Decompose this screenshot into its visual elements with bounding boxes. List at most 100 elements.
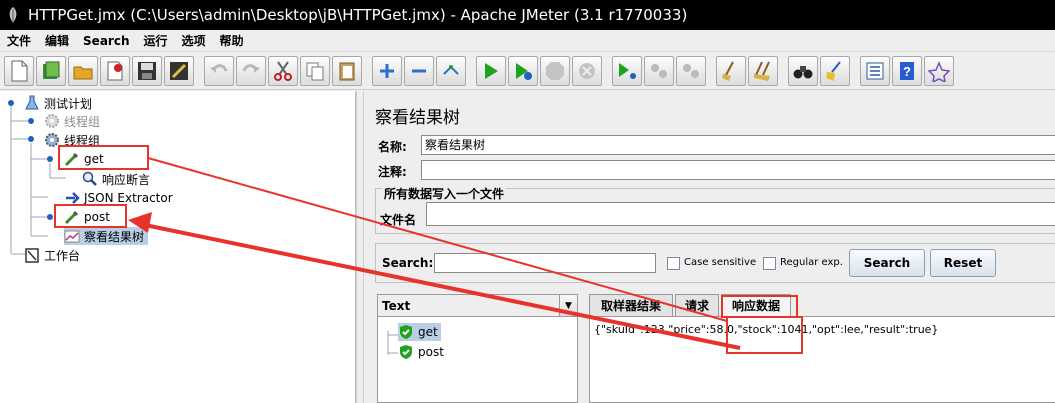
workbench-icon [24, 247, 40, 263]
test-plan-tree: 测试计划 线程组 线程组 get 响应断言 JSON Extractor pos… [0, 91, 356, 403]
collapse-all-button[interactable] [404, 55, 434, 86]
menu-help[interactable]: 帮助 [213, 32, 251, 49]
reset-button[interactable]: Reset [930, 249, 996, 277]
renderer-value: Text [382, 298, 411, 313]
tree-item-label: 响应断言 [102, 172, 151, 187]
close-file-icon [107, 61, 123, 80]
paste-button[interactable] [332, 55, 362, 86]
undo-icon [210, 63, 228, 73]
save-button[interactable] [132, 55, 162, 86]
cut-button[interactable] [268, 55, 298, 86]
tree-item-view-results-tree[interactable]: 察看结果树 [64, 227, 149, 245]
view-results-tree-panel: 察看结果树 名称: 察看结果树 注释: 所有数据写入一个文件 文件名 Searc… [365, 91, 1055, 403]
new-button[interactable] [4, 55, 34, 86]
templates-icon [43, 61, 60, 79]
function-helper-icon [866, 62, 884, 79]
expand-all-button[interactable] [372, 55, 402, 86]
collapse-icon [412, 69, 426, 72]
tree-item-label: 线程组 [64, 133, 101, 148]
shutdown-icon [579, 62, 595, 79]
panel-title: 察看结果树 [375, 108, 460, 128]
sample-item-get[interactable]: get [398, 323, 441, 341]
tree-item-post-sampler[interactable]: post [64, 208, 110, 226]
search-button[interactable]: Search [849, 249, 925, 277]
menu-search[interactable]: Search [76, 34, 136, 48]
tab-sampler-result[interactable]: 取样器结果 [589, 294, 673, 316]
search-input[interactable] [434, 253, 656, 273]
toggle-icon [443, 64, 459, 75]
clear-icon [722, 61, 734, 81]
comment-field[interactable] [421, 160, 1055, 180]
start-no-pauses-button[interactable] [508, 55, 538, 86]
redo-button[interactable] [236, 55, 266, 86]
pane-splitter[interactable] [356, 91, 364, 403]
stop-icon [546, 61, 564, 80]
filename-field[interactable] [426, 202, 1055, 226]
log-viewer-button[interactable] [924, 55, 954, 86]
undo-button[interactable] [204, 55, 234, 86]
save-as-button[interactable] [164, 55, 194, 86]
search-button-toolbar[interactable] [788, 55, 818, 86]
tree-item-label: get [84, 152, 104, 166]
reset-search-button[interactable] [820, 55, 850, 86]
tab-response-data[interactable]: 响应数据 [721, 294, 791, 316]
templates-button[interactable] [36, 55, 66, 86]
http-sampler-pipette-icon [64, 209, 80, 225]
results-area: Text ▼ get post 取样器结果 请求 响应数据 {"skuId":1… [377, 292, 1055, 403]
case-sensitive-checkbox[interactable] [667, 257, 680, 270]
shutdown-button[interactable] [572, 55, 602, 86]
tree-item-json-extractor[interactable]: JSON Extractor [64, 189, 173, 207]
toggle-button[interactable] [436, 55, 466, 86]
menu-run[interactable]: 运行 [136, 32, 174, 49]
tree-item-thread-group-disabled[interactable]: 线程组 [44, 112, 100, 130]
save-icon [138, 61, 156, 80]
menu-edit[interactable]: 编辑 [38, 32, 76, 49]
name-label: 名称: [378, 140, 407, 154]
start-button[interactable] [476, 55, 506, 86]
start-icon [485, 62, 498, 79]
function-helper-button[interactable] [860, 55, 890, 86]
tree-item-workbench[interactable]: 工作台 [24, 246, 80, 264]
tree-item-response-assertion[interactable]: 响应断言 [82, 170, 150, 188]
clear-all-button[interactable] [748, 55, 778, 86]
copy-button[interactable] [300, 55, 330, 86]
stop-button[interactable] [540, 55, 570, 86]
sample-item-post[interactable]: post [398, 343, 444, 361]
success-shield-icon [398, 324, 414, 340]
sample-label: post [418, 345, 444, 359]
log-viewer-icon [928, 60, 950, 82]
tree-item-label: 察看结果树 [84, 229, 145, 244]
tree-item-test-plan[interactable]: 测试计划 [24, 94, 92, 112]
remote-stop-icon [651, 63, 667, 78]
help-button[interactable]: ? [892, 55, 922, 86]
remote-shutdown-button[interactable] [676, 55, 706, 86]
write-to-file-label: 所有数据写入一个文件 [382, 185, 507, 202]
menu-file[interactable]: 文件 [0, 32, 38, 49]
tree-item-label: 线程组 [64, 114, 101, 129]
tab-request[interactable]: 请求 [675, 294, 719, 316]
tree-item-thread-group[interactable]: 线程组 [44, 131, 100, 149]
menu-options[interactable]: 选项 [175, 32, 213, 49]
toolbar: ? [0, 52, 1055, 90]
renderer-select[interactable]: Text ▼ [378, 295, 577, 317]
open-button[interactable] [68, 55, 98, 86]
regular-exp-checkbox[interactable] [763, 257, 776, 270]
svg-text:?: ? [903, 64, 911, 79]
comment-label: 注释: [378, 165, 407, 179]
sample-label: get [418, 325, 438, 339]
cut-icon [274, 60, 292, 81]
remote-stop-button[interactable] [644, 55, 674, 86]
remote-start-button[interactable] [612, 55, 642, 86]
tree-item-get-sampler[interactable]: get [64, 150, 104, 168]
remote-start-icon [619, 62, 636, 79]
success-shield-icon [398, 344, 414, 360]
name-field[interactable]: 察看结果树 [421, 135, 1055, 155]
close-file-button[interactable] [100, 55, 130, 86]
clear-button[interactable] [716, 55, 746, 86]
chevron-down-icon[interactable]: ▼ [559, 295, 577, 316]
search-binoculars-icon [793, 65, 813, 78]
sample-tree-lines [387, 331, 398, 355]
start-no-pause-icon [516, 62, 532, 80]
redo-icon [242, 63, 260, 73]
filename-label: 文件名 [380, 213, 417, 227]
